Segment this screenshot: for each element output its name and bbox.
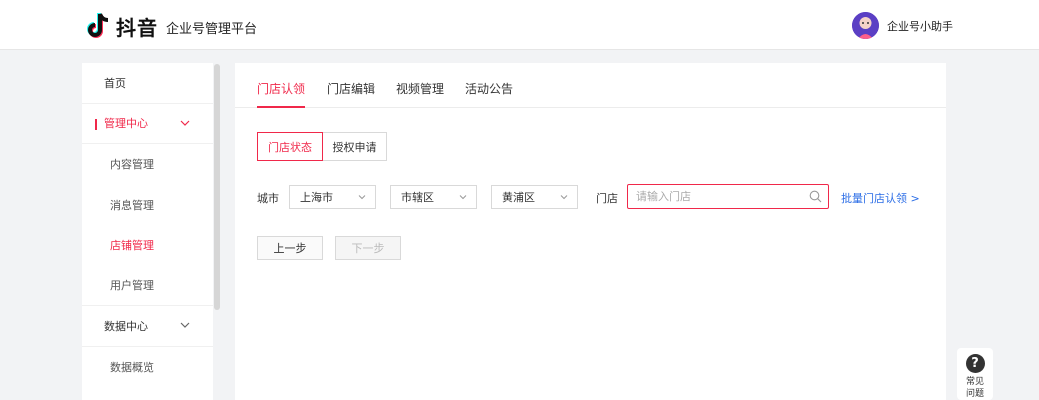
city-label: 城市 <box>257 192 279 205</box>
next-step-button[interactable]: 下一步 <box>335 236 401 260</box>
store-search-input[interactable] <box>636 190 806 203</box>
active-marker <box>95 118 97 130</box>
sidebar-item-data-overview[interactable]: 数据概览 <box>82 347 213 388</box>
main-panel: 门店认领 门店编辑 视频管理 活动公告 门店状态 授权申请 城市 上海市 市辖区… <box>235 63 946 400</box>
city-value: 上海市 <box>300 191 333 204</box>
sidebar-item-label: 用户管理 <box>110 279 154 293</box>
sidebar-scrollbar[interactable] <box>214 64 220 310</box>
sidebar-item-content[interactable]: 内容管理 <box>82 144 213 185</box>
tab-bar: 门店认领 门店编辑 视频管理 活动公告 <box>235 63 946 108</box>
sidebar-item-label: 消息管理 <box>110 198 154 212</box>
tab-video-management[interactable]: 视频管理 <box>396 80 444 97</box>
platform-title: 企业号管理平台 <box>166 22 258 37</box>
district-type-select[interactable]: 市辖区 <box>390 185 477 209</box>
chevron-down-icon <box>459 195 467 200</box>
sidebar-item-home[interactable]: 首页 <box>82 63 213 104</box>
district-type-value: 市辖区 <box>401 191 434 204</box>
sidebar-item-label: 首页 <box>104 76 126 90</box>
logo-text: 抖音 <box>116 15 158 40</box>
assistant-avatar-icon <box>852 12 879 39</box>
top-header: 抖音 企业号管理平台 企业号小助手 <box>0 0 1039 50</box>
sidebar-section-management[interactable]: 管理中心 <box>82 104 213 144</box>
store-label: 门店 <box>596 192 618 205</box>
sidebar: 首页 管理中心 内容管理 消息管理 店铺管理 用户管理 数据中心 数据概览 <box>82 63 213 400</box>
tiktok-logo-icon <box>87 13 109 38</box>
tab-event-notice[interactable]: 活动公告 <box>465 80 513 97</box>
chevron-down-icon <box>180 120 190 126</box>
district-select[interactable]: 黄浦区 <box>491 185 578 209</box>
tab-store-edit[interactable]: 门店编辑 <box>327 80 375 97</box>
segment-authorization[interactable]: 授权申请 <box>322 132 387 161</box>
sidebar-item-label: 店铺管理 <box>110 239 154 253</box>
district-value: 黄浦区 <box>502 191 535 204</box>
batch-claim-link[interactable]: 批量门店认领 > <box>841 190 920 206</box>
sidebar-item-label: 数据概览 <box>110 360 154 374</box>
tab-store-claim[interactable]: 门店认领 <box>257 80 305 97</box>
account-name: 企业号小助手 <box>887 19 953 33</box>
store-search-box[interactable] <box>627 184 829 209</box>
sidebar-section-data[interactable]: 数据中心 <box>82 306 213 347</box>
chevron-down-icon <box>358 195 366 200</box>
sidebar-item-store[interactable]: 店铺管理 <box>82 225 213 266</box>
help-widget[interactable]: ? 常见问题 <box>957 348 993 400</box>
active-tab-indicator <box>257 106 305 108</box>
city-select[interactable]: 上海市 <box>289 185 376 209</box>
douyin-logo[interactable]: 抖音 企业号管理平台 <box>86 11 257 41</box>
sidebar-item-messages[interactable]: 消息管理 <box>82 185 213 226</box>
chevron-down-icon <box>180 322 190 328</box>
account-menu[interactable]: 企业号小助手 <box>852 12 953 39</box>
sidebar-item-label: 数据中心 <box>104 319 148 333</box>
segment-store-status[interactable]: 门店状态 <box>257 132 323 161</box>
help-label: 常见问题 <box>965 377 984 399</box>
chevron-down-icon <box>560 195 568 200</box>
search-icon[interactable] <box>809 190 822 203</box>
sidebar-item-label: 内容管理 <box>110 158 154 172</box>
prev-step-button[interactable]: 上一步 <box>257 236 323 260</box>
question-icon: ? <box>965 354 985 373</box>
sidebar-item-users[interactable]: 用户管理 <box>82 266 213 306</box>
sidebar-item-label: 管理中心 <box>104 117 148 131</box>
avatar[interactable] <box>852 12 879 39</box>
